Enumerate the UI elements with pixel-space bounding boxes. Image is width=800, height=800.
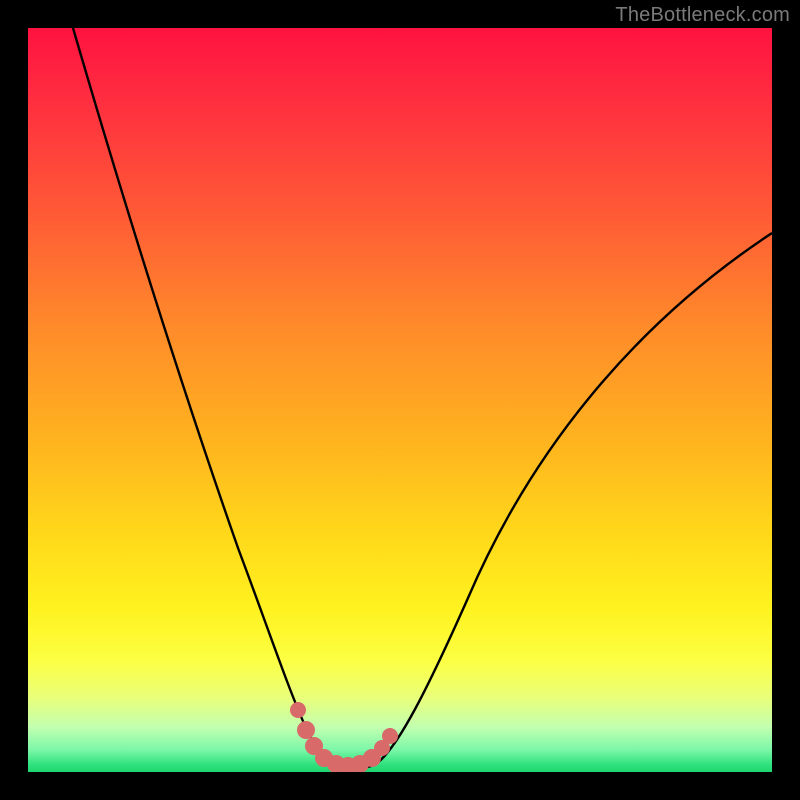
marker-dot [297,721,315,739]
trough-markers-group [290,702,398,772]
curve-svg [28,28,772,772]
plot-area [28,28,772,772]
chart-frame: TheBottleneck.com [0,0,800,800]
marker-dot [290,702,306,718]
bottleneck-curve-path [73,28,772,769]
watermark-text: TheBottleneck.com [615,4,790,27]
marker-dot [382,728,398,744]
